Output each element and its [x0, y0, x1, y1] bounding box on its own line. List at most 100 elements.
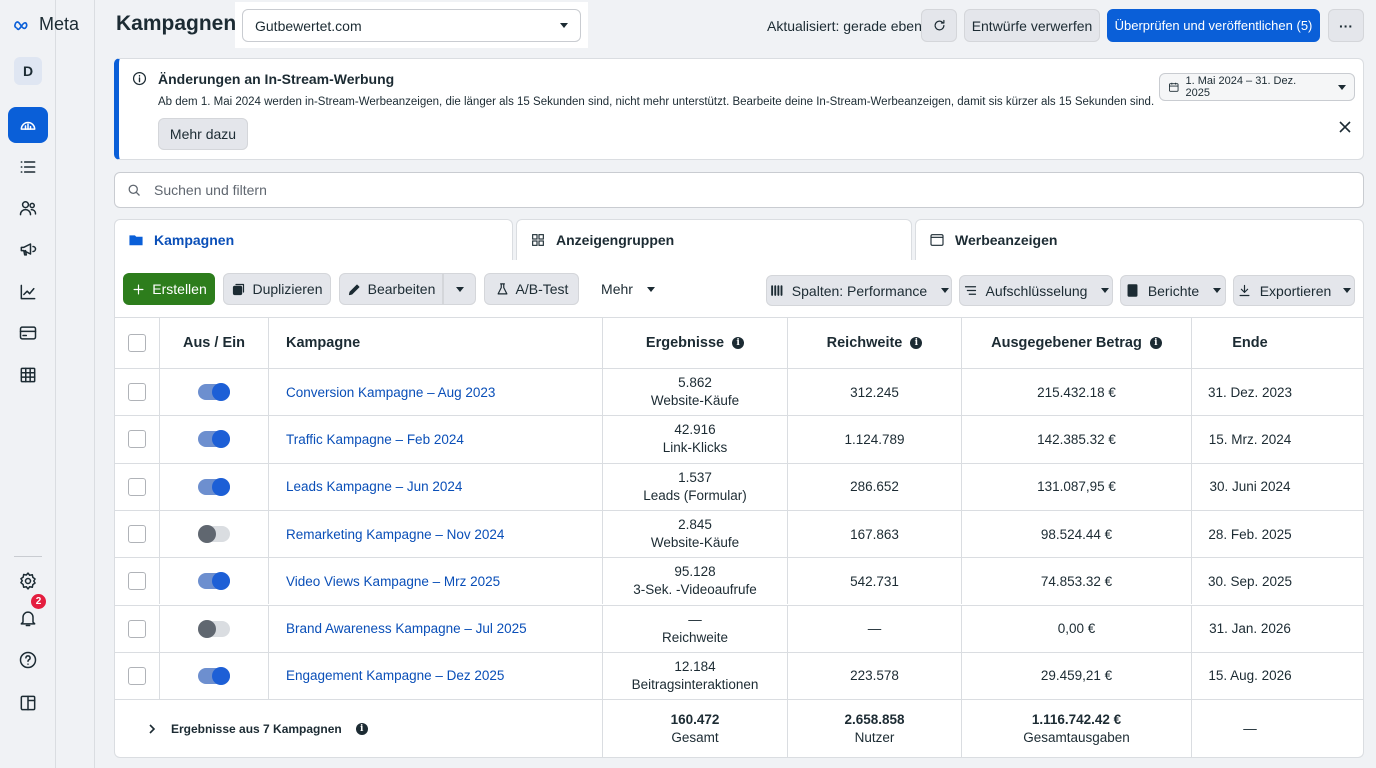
info-icon[interactable]: i [1149, 337, 1162, 349]
breakdown-button[interactable]: Aufschlüsselung [959, 275, 1113, 306]
more-label: Mehr [601, 281, 633, 297]
rail-audiences-button[interactable] [8, 190, 48, 226]
ab-test-button[interactable]: A/B-Test [484, 273, 579, 305]
banner-text: Ab dem 1. Mai 2024 werden in-Stream-Werb… [158, 96, 1155, 108]
campaign-name-link[interactable]: Remarketing Kampagne – Nov 2024 [286, 527, 504, 542]
campaign-name-link[interactable]: Conversion Kampagne – Aug 2023 [286, 385, 495, 400]
tab-ads[interactable]: Werbeanzeigen [915, 219, 1364, 261]
account-selector-wrap: Gutbewertet.com [235, 2, 588, 48]
campaign-name-link[interactable]: Leads Kampagne – Jun 2024 [286, 479, 462, 494]
edit-label: Bearbeiten [367, 281, 436, 297]
campaign-toggle[interactable] [198, 430, 230, 449]
result-value: 12.184 [674, 658, 716, 674]
learn-more-button[interactable]: Mehr dazu [158, 118, 248, 150]
duplicate-button[interactable]: Duplizieren [223, 273, 331, 305]
row-toggle-cell [160, 558, 269, 605]
tab-ad-sets[interactable]: Anzeigengruppen [516, 219, 912, 261]
close-icon[interactable] [1337, 119, 1353, 135]
info-icon[interactable]: i [355, 722, 368, 735]
rail-help-button[interactable] [8, 642, 48, 678]
summary-reach: 2.658.858 Nutzer [788, 700, 962, 757]
columns-label: Spalten: Performance [791, 282, 928, 299]
campaign-toggle[interactable] [198, 619, 230, 638]
rail-ads-button[interactable] [8, 231, 48, 267]
header-end[interactable]: Ende [1192, 318, 1308, 368]
campaign-toggle[interactable] [198, 477, 230, 496]
date-range-picker[interactable]: 1. Mai 2024 – 31. Dez. 2025 [1159, 73, 1355, 101]
header-results: Ergebnisse [645, 335, 725, 351]
header-spent-cell[interactable]: Ausgegebener Betrag i [962, 318, 1192, 368]
campaign-name-link[interactable]: Brand Awareness Kampagne – Jul 2025 [286, 621, 527, 636]
header-campaign[interactable]: Kampagne [269, 318, 603, 368]
review-publish-button[interactable]: Überprüfen und veröffentlichen (5) [1107, 9, 1320, 42]
campaign-toggle[interactable] [198, 525, 230, 544]
banner-title: Änderungen an In-Stream-Werbung [158, 71, 395, 87]
select-all-checkbox[interactable] [127, 334, 146, 352]
calendar-icon [1169, 82, 1179, 92]
campaign-name-link[interactable]: Traffic Kampagne – Feb 2024 [286, 432, 464, 447]
campaign-toggle[interactable] [198, 383, 230, 402]
rail-panel-toggle-button[interactable] [8, 685, 48, 721]
campaign-name-cell: Traffic Kampagne – Feb 2024 [269, 416, 603, 463]
spent-cell: 29.459,21 € [962, 652, 1192, 700]
row-checkbox[interactable] [127, 525, 146, 544]
table-row[interactable]: Leads Kampagne – Jun 2024 1.537 Leads (For… [114, 462, 1364, 510]
header-toggle[interactable]: Aus / Ein [160, 318, 269, 368]
more-options-button[interactable]: ··· [1328, 9, 1364, 42]
spent-cell: 131.087,95 € [962, 463, 1192, 510]
rail-dashboard-button[interactable] [8, 107, 48, 143]
table-row[interactable]: Conversion Kampagne – Aug 2023 5.862 Websi… [114, 368, 1364, 416]
breakdown-lines-icon [964, 286, 976, 295]
row-checkbox[interactable] [127, 383, 146, 402]
campaign-toggle[interactable] [198, 666, 230, 685]
row-checkbox[interactable] [127, 430, 146, 449]
export-button[interactable]: Exportieren [1233, 275, 1355, 306]
discard-drafts-button[interactable]: Entwürfe verwerfen [964, 9, 1100, 42]
table-row[interactable]: Video Views Kampagne – Mrz 2025 95.128 3-S… [114, 557, 1364, 605]
rail-analytics-button[interactable] [8, 274, 48, 310]
info-icon[interactable]: i [910, 337, 923, 349]
meta-logo[interactable]: Meta [14, 14, 79, 35]
campaign-name-link[interactable]: Engagement Kampagne – Dez 2025 [286, 668, 504, 683]
row-select-cell [114, 558, 160, 605]
campaign-name-link[interactable]: Video Views Kampagne – Mrz 2025 [286, 574, 500, 589]
summary-label-cell: Ergebnisse aus 7 Kampagnen i [114, 700, 603, 757]
info-icon[interactable]: i [732, 337, 745, 349]
rail-list-button[interactable] [8, 149, 48, 185]
edit-dropdown-button[interactable] [443, 273, 476, 305]
search-input[interactable]: Suchen und filtern [114, 172, 1364, 208]
row-checkbox[interactable] [127, 572, 146, 591]
table-row[interactable]: Brand Awareness Kampagne – Jul 2025 — Reic… [114, 604, 1364, 652]
edit-button[interactable]: Bearbeiten [339, 273, 443, 305]
tab-campaigns[interactable]: Kampagnen [114, 219, 513, 261]
row-checkbox[interactable] [127, 477, 146, 496]
refresh-button[interactable] [921, 9, 957, 42]
rail-table-button[interactable] [8, 357, 48, 393]
avatar[interactable]: D [14, 57, 42, 85]
row-checkbox[interactable] [127, 666, 146, 685]
table-row[interactable]: Remarketing Kampagne – Nov 2024 2.845 Webs… [114, 509, 1364, 558]
header-reach-cell[interactable]: Reichweite i [788, 318, 962, 368]
campaign-toggle[interactable] [198, 572, 230, 591]
row-checkbox[interactable] [127, 619, 146, 638]
columns-button[interactable]: Spalten: Performance [766, 275, 952, 306]
chevron-right-icon[interactable] [147, 723, 157, 735]
reports-button[interactable]: Berichte [1120, 275, 1226, 306]
rail-billing-button[interactable] [8, 315, 48, 351]
rail-settings-button[interactable] [8, 563, 48, 599]
result-type: Reichweite [661, 629, 729, 645]
reach-cell: 286.652 [788, 463, 962, 510]
credit-card-icon [19, 326, 37, 340]
table-row[interactable]: Engagement Kampagne – Dez 2025 12.184 Beit… [114, 651, 1364, 700]
results-cell: 1.537 Leads (Formular) [603, 463, 788, 510]
rail-notifications-button[interactable]: 2 [8, 594, 48, 636]
result-type: Link-Klicks [662, 440, 728, 456]
end-date-cell: 31. Dez. 2023 [1207, 384, 1293, 400]
account-selector[interactable]: Gutbewertet.com [242, 9, 581, 42]
result-type: 3-Sek. -Videoaufrufe [633, 582, 757, 598]
more-menu-button[interactable]: Mehr [590, 273, 666, 305]
create-button[interactable]: Erstellen [123, 273, 215, 305]
header-results-cell[interactable]: Ergebnisse i [603, 318, 788, 368]
row-select-cell [114, 510, 160, 558]
table-row[interactable]: Traffic Kampagne – Feb 2024 42.916 Link-Kl… [114, 415, 1364, 463]
